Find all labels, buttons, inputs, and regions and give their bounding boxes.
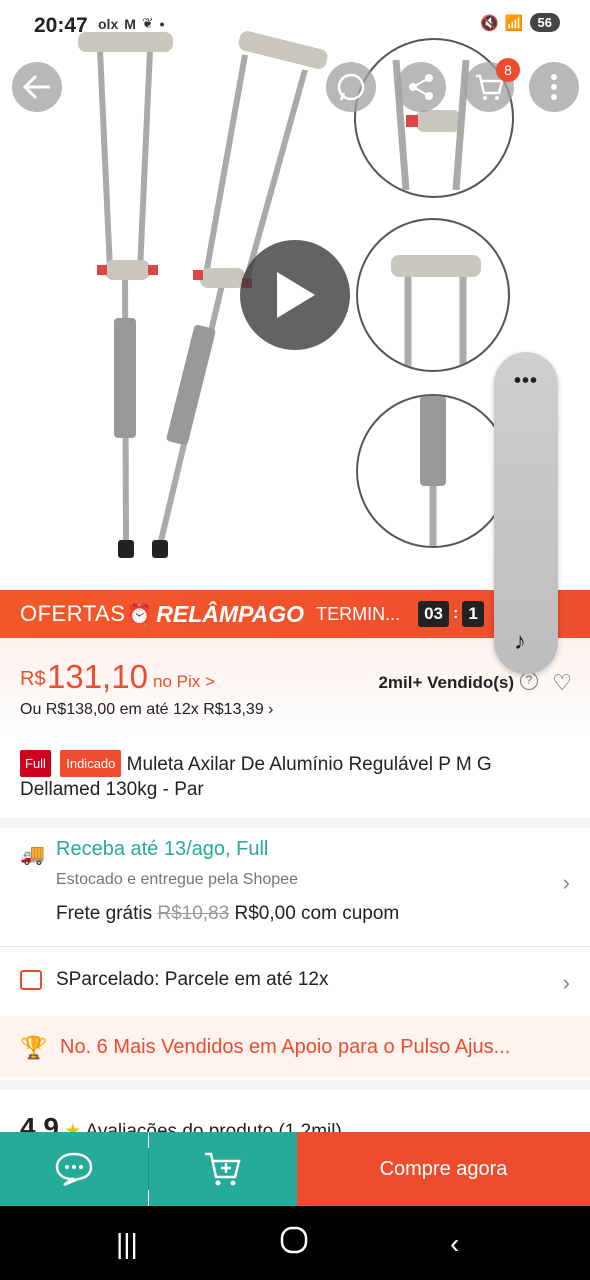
back-nav-icon[interactable]: ‹: [450, 1228, 459, 1260]
divider: [0, 946, 590, 947]
add-to-cart-button[interactable]: [149, 1132, 297, 1206]
bestseller-text: No. 6 Mais Vendidos em Apoio para o Puls…: [60, 1036, 511, 1058]
sold-count: 2mil+ Vendido(s): [378, 673, 514, 692]
battery-indicator: 56: [529, 13, 560, 32]
play-icon: [277, 272, 315, 318]
dot-icon: •: [159, 15, 165, 32]
recent-apps-icon[interactable]: |||: [116, 1228, 138, 1260]
old-shipping-price: R$10,83: [157, 903, 230, 924]
timer-separator: :: [453, 605, 459, 622]
timer-minutes: 1: [462, 601, 484, 627]
play-video-button[interactable]: [240, 240, 350, 350]
panel-menu-icon[interactable]: •••: [494, 370, 558, 393]
favorite-heart-icon[interactable]: ♡: [552, 670, 572, 696]
installments-text: Ou R$138,00 em até 12x R$13,39: [20, 701, 264, 718]
trophy-icon: 🏆: [20, 1035, 48, 1060]
chevron-right-icon: ›: [268, 701, 274, 718]
floating-media-panel[interactable]: ••• ♪: [494, 352, 558, 674]
leaf-icon: ❦: [141, 15, 154, 31]
badge-indicado: Indicado: [60, 750, 122, 777]
chevron-right-icon: ›: [562, 970, 570, 995]
buy-now-button[interactable]: Compre agora: [297, 1132, 590, 1206]
arrow-left-icon: [22, 74, 50, 100]
alarm-clock-icon: ⏰: [127, 603, 153, 626]
delivery-truck-icon: 🚚: [20, 844, 45, 866]
add-to-cart-icon: [205, 1152, 241, 1186]
detail-thumb-top: [356, 218, 510, 372]
more-vertical-icon: [551, 74, 557, 100]
home-icon[interactable]: [280, 1226, 308, 1261]
shipping-free: Frete grátis R$10,83 R$0,00 com cupom: [56, 903, 399, 925]
star-icon: ★: [64, 1121, 82, 1132]
chevron-right-icon: ›: [562, 870, 570, 895]
cart-count-badge: 8: [496, 58, 520, 82]
price-value: 131,10: [47, 658, 148, 695]
mute-icon: 🔇: [480, 14, 499, 32]
back-button[interactable]: [12, 62, 62, 112]
reviews-peek[interactable]: 4.9 ★ Avaliações do produto (1,2mil): [20, 1112, 342, 1132]
shipping-title: Receba até 13/ago, Full: [56, 838, 269, 860]
sparcelado-text: SParcelado: Parcele em até 12x: [56, 969, 329, 990]
price-currency: R$: [20, 668, 46, 690]
flash-relampago-label: RELÂMPAGO: [156, 600, 305, 627]
reviews-label: Avaliações do produto (1,2mil): [85, 1121, 342, 1132]
divider: [0, 1080, 590, 1090]
chat-icon: [55, 1152, 93, 1187]
timer-hours: 03: [418, 601, 449, 627]
olx-icon: olx: [98, 15, 119, 32]
new-shipping-price: R$0,00 com cupom: [234, 903, 400, 924]
share-button[interactable]: [396, 62, 446, 112]
flash-ofertas-label: OFERTAS: [20, 601, 126, 626]
detail-thumb-adjuster: [356, 394, 510, 548]
installment-card-icon: [20, 970, 42, 990]
status-time: 20:47: [34, 14, 88, 37]
more-options-button[interactable]: [529, 62, 579, 112]
divider: [0, 818, 590, 828]
whatsapp-icon: [337, 73, 365, 101]
status-bar: 20:47 olx M ❦ • 🔇 📶 56: [0, 0, 590, 50]
free-shipping-label: Frete grátis: [56, 903, 153, 924]
bottom-action-bar: Compre agora: [0, 1132, 590, 1206]
share-icon: [409, 74, 433, 100]
android-nav-bar: ||| ‹: [0, 1206, 590, 1280]
pix-link[interactable]: no Pix >: [153, 672, 215, 692]
help-icon[interactable]: ?: [520, 672, 538, 690]
music-note-icon[interactable]: ♪: [514, 628, 526, 656]
product-title-block: Full Indicado Muleta Axilar De Alumínio …: [20, 750, 570, 802]
installments-link[interactable]: Ou R$138,00 em até 12x R$13,39 ›: [20, 701, 274, 719]
cart-button[interactable]: 8: [464, 58, 520, 112]
flash-ends-label: TERMIN...: [316, 603, 401, 624]
wifi-icon: 📶: [504, 14, 524, 32]
shipping-subtitle: Estocado e entregue pela Shopee: [56, 871, 298, 888]
notification-icons: olx M ❦ •: [98, 15, 165, 32]
bestseller-banner[interactable]: 🏆 No. 6 Mais Vendidos em Apoio para o Pu…: [0, 1016, 590, 1078]
whatsapp-button[interactable]: [326, 62, 376, 112]
rating-value: 4.9: [20, 1112, 59, 1132]
gmail-icon: M: [124, 15, 136, 32]
system-icons: 🔇 📶 56: [480, 13, 560, 32]
badge-full: Full: [20, 750, 51, 777]
chat-button[interactable]: [0, 1132, 148, 1206]
